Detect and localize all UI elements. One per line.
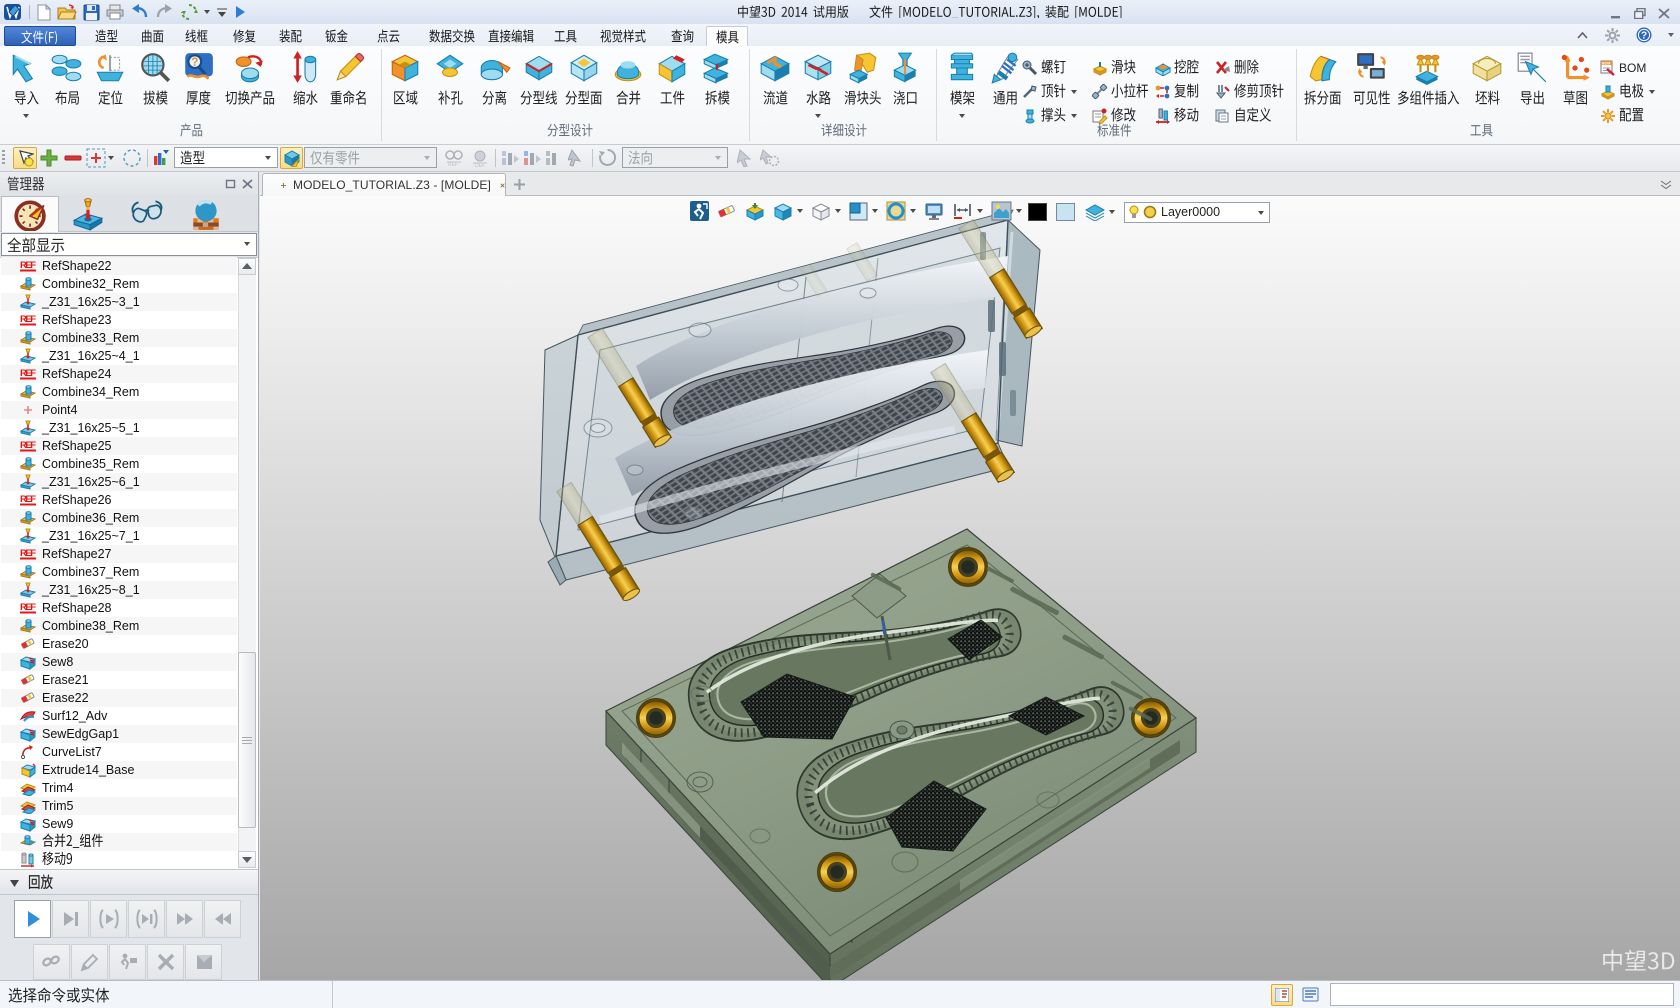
svg-text:BOM: BOM <box>1602 62 1610 66</box>
svg-text:REF: REF <box>20 260 36 271</box>
svg-text:REF: REF <box>448 162 458 167</box>
svg-text:?: ? <box>1641 31 1647 42</box>
svg-text:DEF: DEF <box>475 163 485 167</box>
svg-text:REF: REF <box>20 602 36 613</box>
svg-text:REF: REF <box>20 440 36 451</box>
svg-text:REF: REF <box>20 368 36 379</box>
svg-text:?: ? <box>191 56 198 69</box>
svg-text:REF: REF <box>20 494 36 505</box>
svg-text:REF: REF <box>20 314 36 325</box>
svg-text:REF: REF <box>20 548 36 559</box>
